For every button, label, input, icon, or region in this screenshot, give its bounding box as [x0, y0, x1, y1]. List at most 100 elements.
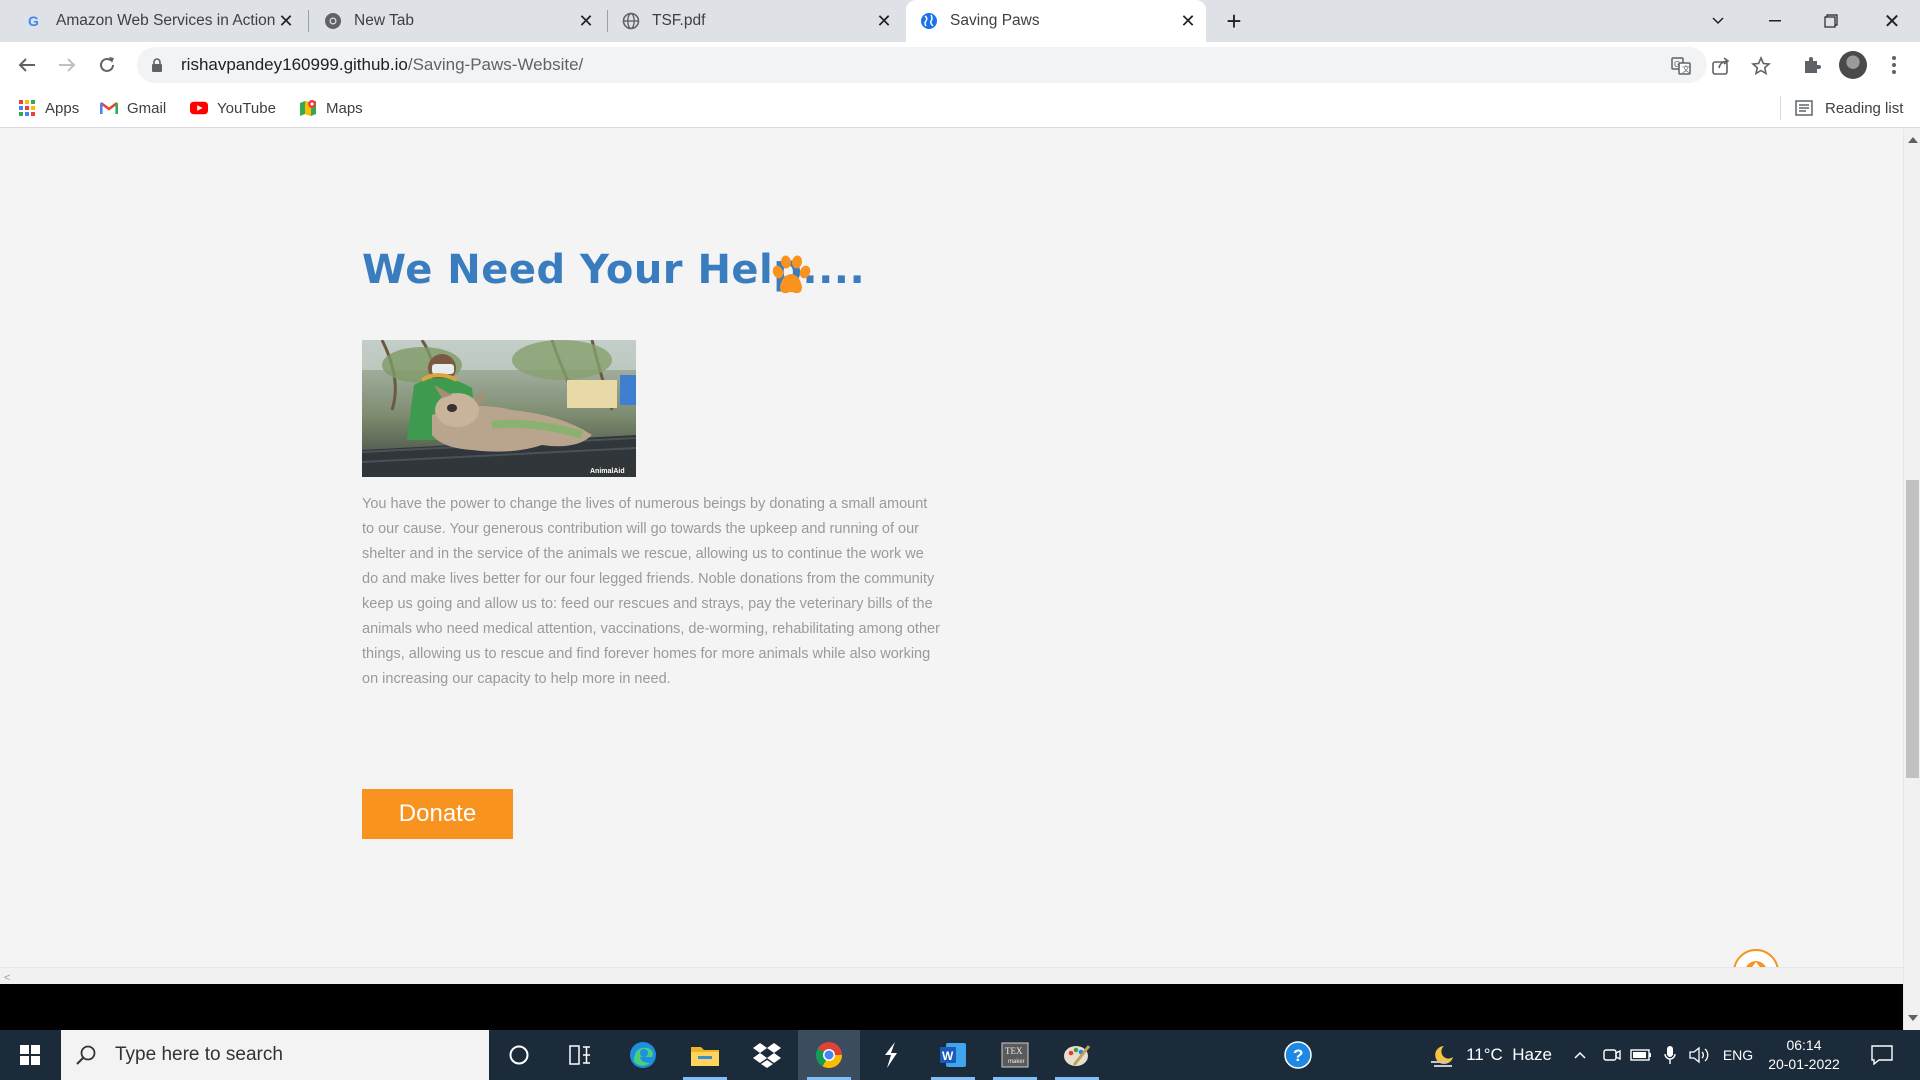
close-icon[interactable]: ✕ [1178, 11, 1198, 31]
svg-text:文: 文 [1682, 64, 1690, 74]
forward-arrow-icon[interactable] [51, 49, 83, 81]
chrome-icon [324, 12, 342, 30]
search-icon [76, 1045, 96, 1065]
svg-text:TEX: TEX [1005, 1046, 1023, 1056]
tab-separator [308, 10, 309, 32]
bookmark-star-icon[interactable] [1751, 56, 1771, 76]
reading-list-label: Reading list [1825, 99, 1904, 117]
tab-saving-paws[interactable]: Saving Paws ✕ [906, 0, 1206, 42]
browser-toolbar: rishavpandey160999.github.io/Saving-Paws… [0, 42, 1920, 88]
scroll-left-arrow-icon[interactable]: < [4, 972, 10, 984]
word-icon[interactable]: W [922, 1030, 984, 1080]
weather-widget[interactable]: 11°C Haze [1420, 1030, 1560, 1080]
dropbox-icon[interactable] [736, 1030, 798, 1080]
scroll-up-arrow-icon[interactable] [1908, 137, 1918, 143]
url-host: rishavpandey160999.github.io [181, 55, 408, 74]
url-text: rishavpandey160999.github.io/Saving-Paws… [181, 55, 583, 75]
tab-amazon-web-services[interactable]: G Amazon Web Services in Action - ✕ [14, 0, 304, 42]
globe-icon [622, 12, 640, 30]
notifications-icon[interactable] [1862, 1030, 1902, 1080]
clock-date: 20-01-2022 [1768, 1056, 1840, 1072]
reading-list-icon [1795, 99, 1813, 117]
bookmark-apps[interactable]: Apps [18, 96, 79, 120]
bookmarks-divider [1780, 96, 1781, 120]
reload-icon[interactable] [91, 49, 123, 81]
search-placeholder: Type here to search [115, 1044, 283, 1065]
taskbar-clock[interactable]: 06:14 20-01-2022 [1766, 1036, 1842, 1074]
youtube-icon [190, 99, 208, 117]
url-path: /Saving-Paws-Website/ [407, 55, 584, 74]
scroll-to-top-button[interactable] [1733, 949, 1779, 967]
bookmark-label: Gmail [127, 99, 167, 117]
windows-logo-icon [20, 1045, 40, 1065]
arrow-up-icon [1746, 961, 1766, 967]
chrome-taskbar-icon[interactable] [798, 1030, 860, 1080]
extensions-puzzle-icon[interactable] [1800, 53, 1824, 77]
svg-text:G: G [1674, 60, 1680, 69]
close-icon[interactable]: ✕ [276, 11, 296, 31]
paint-icon[interactable] [1046, 1030, 1108, 1080]
tab-strip: G Amazon Web Services in Action - ✕ New … [0, 0, 1920, 42]
share-icon[interactable] [1711, 56, 1731, 76]
page-viewport: We Need Your Help.... AnimalAid You have… [0, 129, 1903, 967]
lock-icon[interactable] [151, 58, 165, 72]
profile-avatar[interactable] [1839, 51, 1867, 79]
bookmark-label: Apps [45, 99, 80, 117]
file-explorer-icon[interactable] [674, 1030, 736, 1080]
restore-button[interactable] [1803, 0, 1859, 42]
edge-icon[interactable] [612, 1030, 674, 1080]
donation-description: You have the power to change the lives o… [362, 496, 940, 687]
bookmark-youtube[interactable]: YouTube [190, 96, 276, 120]
tab-new-tab[interactable]: New Tab ✕ [312, 0, 604, 42]
page-bottom-band [0, 984, 1903, 1030]
volume-icon[interactable] [1686, 1030, 1714, 1080]
close-icon[interactable]: ✕ [874, 11, 894, 31]
translate-icon[interactable]: G文 [1671, 56, 1691, 76]
bookmark-gmail[interactable]: Gmail [100, 96, 166, 120]
tab-tsf-pdf[interactable]: TSF.pdf ✕ [610, 0, 902, 42]
tab-title: TSF.pdf [652, 12, 706, 29]
help-icon[interactable]: ? [1270, 1030, 1326, 1080]
texmaker-icon[interactable]: TEX maker [984, 1030, 1046, 1080]
tray-chevron-icon[interactable] [1568, 1030, 1592, 1080]
bookmark-label: YouTube [217, 99, 276, 117]
svg-text:G: G [28, 13, 39, 29]
svg-text:W: W [942, 1049, 954, 1063]
weather-text: 11°C Haze [1466, 1045, 1552, 1064]
task-view-icon[interactable] [549, 1030, 611, 1080]
scrollbar-thumb[interactable] [1906, 480, 1919, 778]
donate-button[interactable]: Donate [362, 789, 513, 839]
back-arrow-icon[interactable] [11, 49, 43, 81]
scroll-down-arrow-icon[interactable] [1908, 1015, 1918, 1021]
minimize-button[interactable] [1747, 0, 1803, 42]
tab-title: Saving Paws [950, 12, 1040, 29]
clock-time: 06:14 [1786, 1037, 1822, 1053]
rescued-dog-photo: AnimalAid [362, 340, 636, 477]
close-window-button[interactable]: ✕ [1864, 0, 1920, 42]
tab-search-chevron-icon[interactable] [1690, 0, 1746, 42]
language-indicator[interactable]: ENG [1718, 1030, 1758, 1080]
address-bar[interactable]: rishavpandey160999.github.io/Saving-Paws… [137, 47, 1771, 83]
new-tab-button[interactable]: + [1206, 0, 1262, 42]
meet-now-icon[interactable] [1600, 1030, 1624, 1080]
globe-icon [920, 12, 938, 30]
bookmark-label: Maps [326, 99, 363, 117]
cortana-icon[interactable] [489, 1030, 549, 1080]
battery-icon[interactable] [1628, 1030, 1654, 1080]
google-g-icon: G [26, 12, 44, 30]
apps-grid-icon [18, 99, 36, 117]
taskbar-search-box[interactable]: Type here to search [61, 1030, 489, 1080]
vertical-scrollbar[interactable] [1903, 129, 1920, 1030]
bookmark-maps[interactable]: Maps [299, 96, 363, 120]
start-button[interactable] [0, 1030, 60, 1080]
sublime-icon[interactable] [860, 1030, 922, 1080]
language-text: ENG [1722, 1047, 1754, 1063]
bookmarks-bar: Apps Gmail YouTube Maps Reading list [0, 88, 1920, 128]
microphone-icon[interactable] [1658, 1030, 1682, 1080]
close-icon[interactable]: ✕ [576, 11, 596, 31]
chrome-menu-icon[interactable] [1882, 53, 1906, 77]
reading-list-button[interactable]: Reading list [1795, 96, 1903, 120]
horizontal-scrollbar[interactable]: < [0, 967, 1903, 984]
svg-text:maker: maker [1008, 1059, 1025, 1065]
tab-title: Amazon Web Services in Action - [56, 12, 276, 29]
